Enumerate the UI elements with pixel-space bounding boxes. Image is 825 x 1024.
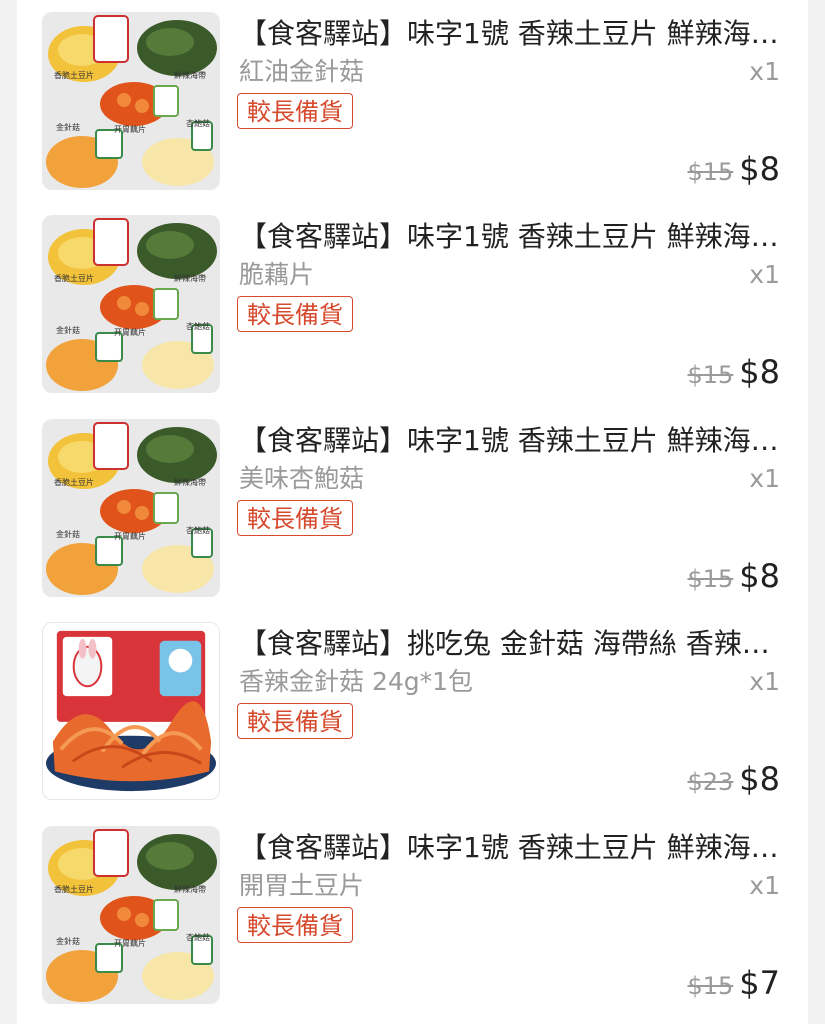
image-label: 鮮辣海帶 — [174, 884, 206, 894]
sale-price: $8 — [739, 150, 780, 188]
price-group: $15 $7 — [687, 964, 780, 1002]
image-label: 开胃藕片 — [114, 124, 146, 134]
image-label: 杏鮑菇 — [186, 932, 210, 942]
price-group: $23 $8 — [687, 760, 780, 798]
image-label: 金針菇 — [56, 936, 80, 946]
image-label: 金針菇 — [56, 325, 80, 335]
price-group: $15 $8 — [687, 150, 780, 188]
snack-collage-image: 香脆土豆片 鮮辣海帶 金針菇 开胃藕片 杏鮑菇 — [42, 419, 220, 597]
product-image[interactable]: 香脆土豆片 鮮辣海帶 金針菇 开胃藕片 杏鮑菇 — [42, 826, 220, 1004]
product-image[interactable] — [42, 622, 220, 800]
stock-status-badge: 較長備貨 — [237, 93, 353, 129]
quantity: x1 — [749, 260, 780, 289]
image-label: 香脆土豆片 — [54, 884, 94, 894]
stock-status-badge: 較長備貨 — [237, 500, 353, 536]
snack-collage-image: 香脆土豆片 鮮辣海帶 金針菇 开胃藕片 杏鮑菇 — [42, 826, 220, 1004]
stock-status-badge: 較長備貨 — [237, 296, 353, 332]
cart-item[interactable]: 香脆土豆片 鮮辣海帶 金針菇 开胃藕片 杏鮑菇 【食客驛站】味字1號 香辣土豆片… — [17, 0, 808, 203]
image-label: 杏鮑菇 — [186, 118, 210, 128]
enoki-snack-image — [43, 623, 219, 799]
product-variant: 紅油金針菇 — [239, 57, 365, 86]
image-label: 鮮辣海帶 — [174, 70, 206, 80]
image-label: 鮮辣海帶 — [174, 273, 206, 283]
product-image[interactable]: 香脆土豆片 鮮辣海帶 金針菇 开胃藕片 杏鮑菇 — [42, 419, 220, 597]
cart-item-list: 香脆土豆片 鮮辣海帶 金針菇 开胃藕片 杏鮑菇 【食客驛站】味字1號 香辣土豆片… — [17, 0, 808, 1024]
original-price: $15 — [687, 565, 734, 593]
sale-price: $8 — [739, 353, 780, 391]
image-label: 开胃藕片 — [114, 938, 146, 948]
price-group: $15 $8 — [687, 557, 780, 595]
image-label: 香脆土豆片 — [54, 273, 94, 283]
product-title[interactable]: 【食客驛站】挑吃兔 金針菇 海帶絲 香辣零食 — [239, 625, 779, 663]
quantity: x1 — [749, 871, 780, 900]
cart-item[interactable]: 【食客驛站】挑吃兔 金針菇 海帶絲 香辣零食 香辣金針菇 24g*1包 x1 較… — [17, 610, 808, 813]
cart-item[interactable]: 香脆土豆片 鮮辣海帶 金針菇 开胃藕片 杏鮑菇 【食客驛站】味字1號 香辣土豆片… — [17, 203, 808, 406]
product-variant: 脆藕片 — [239, 260, 315, 289]
image-label: 杏鮑菇 — [186, 321, 210, 331]
product-image[interactable]: 香脆土豆片 鮮辣海帶 金針菇 开胃藕片 杏鮑菇 — [42, 215, 220, 393]
image-label: 杏鮑菇 — [186, 525, 210, 535]
quantity: x1 — [749, 464, 780, 493]
product-title[interactable]: 【食客驛站】味字1號 香辣土豆片 鮮辣海帶 金針菇 開胃藕片 杏鮑菇 — [239, 829, 779, 867]
image-label: 金針菇 — [56, 122, 80, 132]
image-label: 鮮辣海帶 — [174, 477, 206, 487]
snack-collage-image: 香脆土豆片 鮮辣海帶 金針菇 开胃藕片 杏鮑菇 — [42, 215, 220, 393]
cart-item[interactable]: 香脆土豆片 鮮辣海帶 金針菇 开胃藕片 杏鮑菇 【食客驛站】味字1號 香辣土豆片… — [17, 407, 808, 610]
quantity: x1 — [749, 667, 780, 696]
product-variant: 開胃土豆片 — [239, 871, 365, 900]
product-title[interactable]: 【食客驛站】味字1號 香辣土豆片 鮮辣海帶 金針菇 開胃藕片 杏鮑菇 — [239, 15, 779, 53]
image-label: 开胃藕片 — [114, 327, 146, 337]
product-title[interactable]: 【食客驛站】味字1號 香辣土豆片 鮮辣海帶 金針菇 開胃藕片 杏鮑菇 — [239, 218, 779, 256]
product-title[interactable]: 【食客驛站】味字1號 香辣土豆片 鮮辣海帶 金針菇 開胃藕片 杏鮑菇 — [239, 422, 779, 460]
sale-price: $7 — [739, 964, 780, 1002]
cart-item[interactable]: 香脆土豆片 鮮辣海帶 金針菇 开胃藕片 杏鮑菇 【食客驛站】味字1號 香辣土豆片… — [17, 814, 808, 1017]
stock-status-badge: 較長備貨 — [237, 703, 353, 739]
image-label: 金針菇 — [56, 529, 80, 539]
image-label: 开胃藕片 — [114, 531, 146, 541]
product-variant: 香辣金針菇 24g*1包 — [239, 667, 474, 696]
image-label: 香脆土豆片 — [54, 70, 94, 80]
image-label: 香脆土豆片 — [54, 477, 94, 487]
original-price: $15 — [687, 158, 734, 186]
original-price: $15 — [687, 972, 734, 1000]
quantity: x1 — [749, 57, 780, 86]
price-group: $15 $8 — [687, 353, 780, 391]
snack-collage-image: 香脆土豆片 鮮辣海帶 金針菇 开胃藕片 杏鮑菇 — [42, 12, 220, 190]
product-variant: 美味杏鮑菇 — [239, 464, 365, 493]
sale-price: $8 — [739, 557, 780, 595]
product-image[interactable]: 香脆土豆片 鮮辣海帶 金針菇 开胃藕片 杏鮑菇 — [42, 12, 220, 190]
stock-status-badge: 較長備貨 — [237, 907, 353, 943]
original-price: $15 — [687, 361, 734, 389]
original-price: $23 — [687, 768, 734, 796]
sale-price: $8 — [739, 760, 780, 798]
